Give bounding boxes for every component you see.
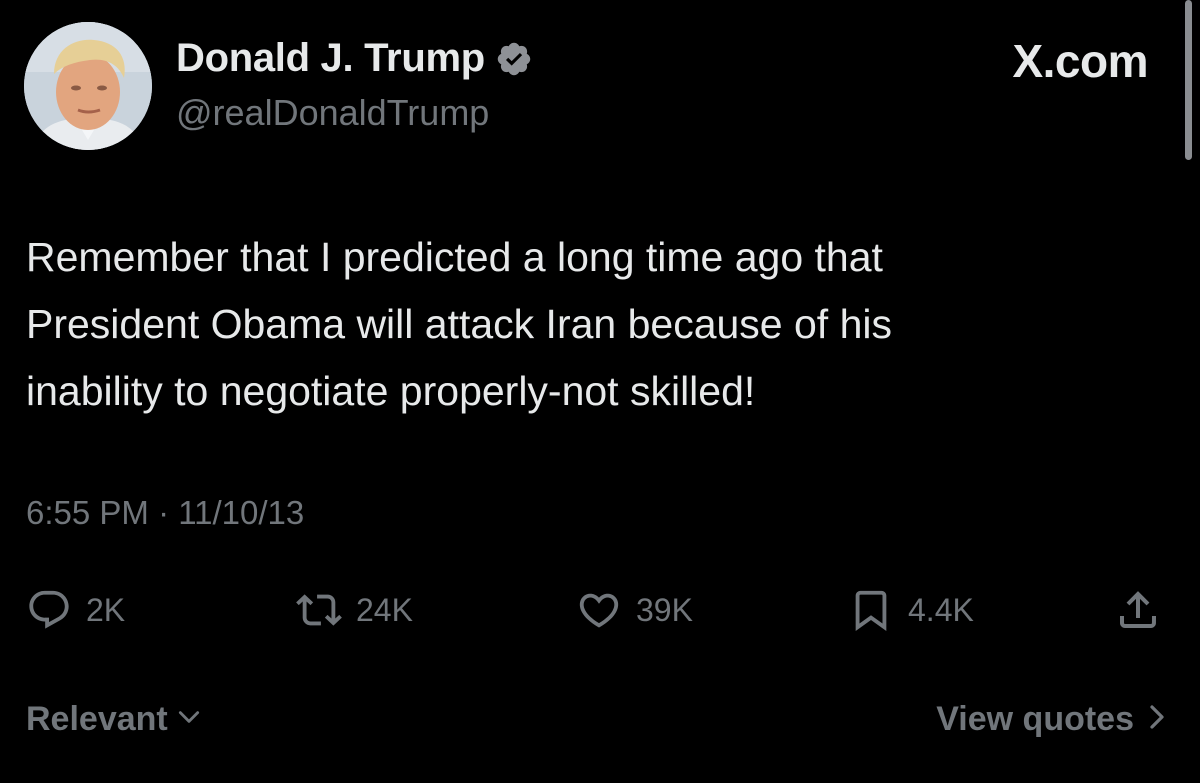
tweet-card: Donald J. Trump @realDonaldTrump X.com R…	[0, 0, 1200, 783]
view-quotes-link[interactable]: View quotes	[936, 700, 1168, 739]
reply-icon	[26, 587, 72, 633]
scrollbar[interactable]	[1185, 0, 1192, 160]
reply-button[interactable]: 2K	[26, 582, 125, 638]
like-count: 39K	[636, 591, 693, 628]
retweet-button[interactable]: 24K	[296, 582, 413, 638]
verified-badge-icon[interactable]	[495, 40, 533, 78]
share-icon	[1114, 586, 1162, 634]
retweet-count: 24K	[356, 591, 413, 628]
sort-replies-dropdown[interactable]: Relevant	[26, 700, 202, 739]
bookmark-count: 4.4K	[908, 591, 974, 628]
site-logo: X.com	[1012, 35, 1148, 87]
bookmark-button[interactable]: 4.4K	[848, 582, 974, 638]
chevron-right-icon	[1146, 702, 1168, 737]
author-handle[interactable]: @realDonaldTrump	[176, 92, 489, 134]
retweet-icon	[296, 587, 342, 633]
action-bar: 2K 24K 39K 4.4K	[0, 582, 1200, 638]
author-name-row: Donald J. Trump	[176, 36, 533, 81]
reply-count: 2K	[86, 591, 126, 628]
tweet-text: Remember that I predicted a long time ag…	[26, 234, 892, 414]
author-display-name[interactable]: Donald J. Trump	[176, 36, 485, 81]
chevron-down-icon	[176, 704, 202, 735]
view-quotes-label: View quotes	[936, 700, 1134, 738]
like-button[interactable]: 39K	[576, 582, 693, 638]
tweet-timestamp[interactable]: 6:55 PM · 11/10/13	[26, 494, 304, 532]
avatar[interactable]	[24, 22, 152, 150]
sort-replies-label: Relevant	[26, 700, 168, 738]
bookmark-icon	[848, 587, 894, 633]
profile-photo-icon	[24, 22, 152, 150]
heart-icon	[576, 587, 622, 633]
share-button[interactable]	[1114, 582, 1162, 638]
